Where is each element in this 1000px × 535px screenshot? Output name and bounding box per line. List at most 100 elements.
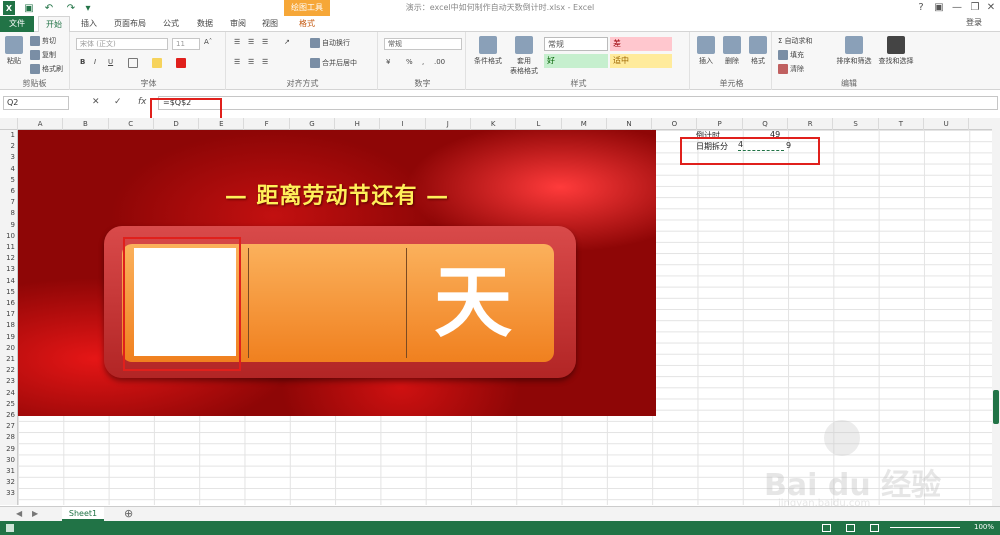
insert-cells-button[interactable]: 插入 (696, 36, 716, 66)
row-header[interactable]: 19 (0, 332, 18, 343)
align-middle-icon[interactable]: ☰ (248, 38, 254, 46)
column-header[interactable]: L (516, 118, 562, 130)
name-box[interactable]: Q2 (3, 96, 69, 110)
tab-formulas[interactable]: 公式 (156, 16, 186, 32)
style-normal[interactable]: 常规 (544, 37, 608, 51)
row-header[interactable]: 15 (0, 287, 18, 298)
row-header[interactable]: 10 (0, 231, 18, 242)
format-cells-button[interactable]: 格式 (748, 36, 768, 66)
row-header[interactable]: 31 (0, 466, 18, 477)
column-header[interactable]: U (924, 118, 970, 130)
column-header[interactable]: S (833, 118, 879, 130)
italic-button[interactable]: I (94, 58, 96, 66)
column-header[interactable]: O (652, 118, 698, 130)
orientation-icon[interactable]: ↗ (284, 38, 290, 46)
row-header[interactable]: 3 (0, 152, 18, 163)
conditional-format-button[interactable]: 条件格式 (472, 36, 504, 66)
underline-button[interactable]: U (108, 58, 113, 66)
column-header[interactable]: E (199, 118, 245, 130)
align-center-icon[interactable]: ☰ (248, 58, 254, 66)
row-header[interactable]: 5 (0, 175, 18, 186)
vertical-scrollbar[interactable] (992, 118, 1000, 506)
row-header[interactable]: 16 (0, 298, 18, 309)
row-header[interactable]: 9 (0, 220, 18, 231)
row-header[interactable]: 20 (0, 343, 18, 354)
ribbon-display-icon[interactable]: ▣ (930, 1, 948, 15)
next-sheet-icon[interactable]: ▶ (32, 509, 38, 518)
column-header[interactable]: R (788, 118, 834, 130)
row-header[interactable]: 23 (0, 376, 18, 387)
column-header[interactable]: H (335, 118, 381, 130)
align-right-icon[interactable]: ☰ (262, 58, 268, 66)
row-header[interactable]: 29 (0, 444, 18, 455)
normal-view-icon[interactable] (822, 524, 831, 532)
help-button[interactable]: ? (912, 1, 930, 15)
grow-font-icon[interactable]: Aˆ (204, 38, 212, 46)
insert-function-icon[interactable]: fx (138, 97, 147, 107)
column-header[interactable]: Q (743, 118, 789, 130)
tab-data[interactable]: 数据 (190, 16, 220, 32)
bold-button[interactable]: B (80, 58, 85, 66)
fill-color-icon[interactable] (152, 58, 164, 68)
format-painter-button[interactable]: 格式刷 (30, 64, 63, 74)
column-header[interactable]: K (471, 118, 517, 130)
tab-page-layout[interactable]: 页面布局 (108, 16, 152, 32)
align-left-icon[interactable]: ☰ (234, 58, 240, 66)
row-header[interactable]: 2 (0, 141, 18, 152)
row-header[interactable]: 7 (0, 197, 18, 208)
row-header[interactable]: 14 (0, 276, 18, 287)
table-format-button[interactable]: 套用 表格格式 (508, 36, 540, 76)
tab-file[interactable]: 文件 (0, 16, 34, 32)
row-header[interactable]: 8 (0, 208, 18, 219)
merge-center-button[interactable]: 合并后居中 (310, 58, 357, 68)
row-header[interactable]: 17 (0, 309, 18, 320)
column-header[interactable]: D (154, 118, 200, 130)
tab-view[interactable]: 视图 (256, 16, 284, 32)
wrap-text-button[interactable]: 自动换行 (310, 38, 350, 48)
column-header[interactable]: P (698, 118, 743, 130)
row-header[interactable]: 25 (0, 399, 18, 410)
autosum-button[interactable]: Σ 自动求和 (778, 36, 812, 46)
row-header[interactable]: 11 (0, 242, 18, 253)
percent-button[interactable]: % (406, 58, 413, 66)
zoom-level[interactable]: 100% (974, 523, 994, 531)
column-header[interactable]: M (562, 118, 607, 130)
row-header[interactable]: 28 (0, 432, 18, 443)
login-link[interactable]: 登录 (966, 17, 982, 28)
delete-cells-button[interactable]: 删除 (722, 36, 742, 66)
row-header[interactable]: 1 (0, 130, 18, 141)
style-neutral[interactable]: 适中 (610, 54, 672, 68)
align-bottom-icon[interactable]: ☰ (262, 38, 268, 46)
row-header[interactable]: 18 (0, 320, 18, 331)
column-header[interactable]: B (63, 118, 109, 130)
column-header[interactable]: A (18, 118, 64, 130)
close-button[interactable]: ✕ (982, 1, 1000, 15)
align-top-icon[interactable]: ☰ (234, 38, 240, 46)
row-header[interactable]: 6 (0, 186, 18, 197)
page-layout-view-icon[interactable] (846, 524, 855, 532)
column-header[interactable]: I (380, 118, 426, 130)
enter-icon[interactable]: ✓ (114, 97, 122, 107)
row-header[interactable]: 22 (0, 365, 18, 376)
comma-button[interactable]: , (422, 58, 424, 66)
copy-button[interactable]: 复制 (30, 50, 56, 60)
decimal-icon[interactable]: .00 (434, 58, 445, 66)
prev-sheet-icon[interactable]: ◀ (16, 509, 22, 518)
page-break-view-icon[interactable] (870, 524, 879, 532)
row-header[interactable]: 27 (0, 421, 18, 432)
find-select-button[interactable]: 查找和选择 (876, 36, 916, 66)
font-name-select[interactable]: 宋体 (正文) (76, 38, 168, 50)
fill-button[interactable]: 填充 (778, 50, 804, 60)
cut-button[interactable]: 剪切 (30, 36, 56, 46)
font-color-icon[interactable] (176, 58, 188, 68)
border-icon[interactable] (128, 58, 140, 68)
tab-format[interactable]: 格式 (288, 16, 326, 32)
vertical-scroll-thumb[interactable] (993, 390, 999, 424)
number-format-select[interactable]: 常规 (384, 38, 462, 50)
row-header[interactable]: 24 (0, 388, 18, 399)
row-header[interactable]: 33 (0, 488, 18, 499)
row-header[interactable]: 30 (0, 455, 18, 466)
cancel-icon[interactable]: ✕ (92, 97, 100, 107)
add-sheet-button[interactable]: ⊕ (124, 507, 133, 520)
row-header[interactable]: 32 (0, 477, 18, 488)
